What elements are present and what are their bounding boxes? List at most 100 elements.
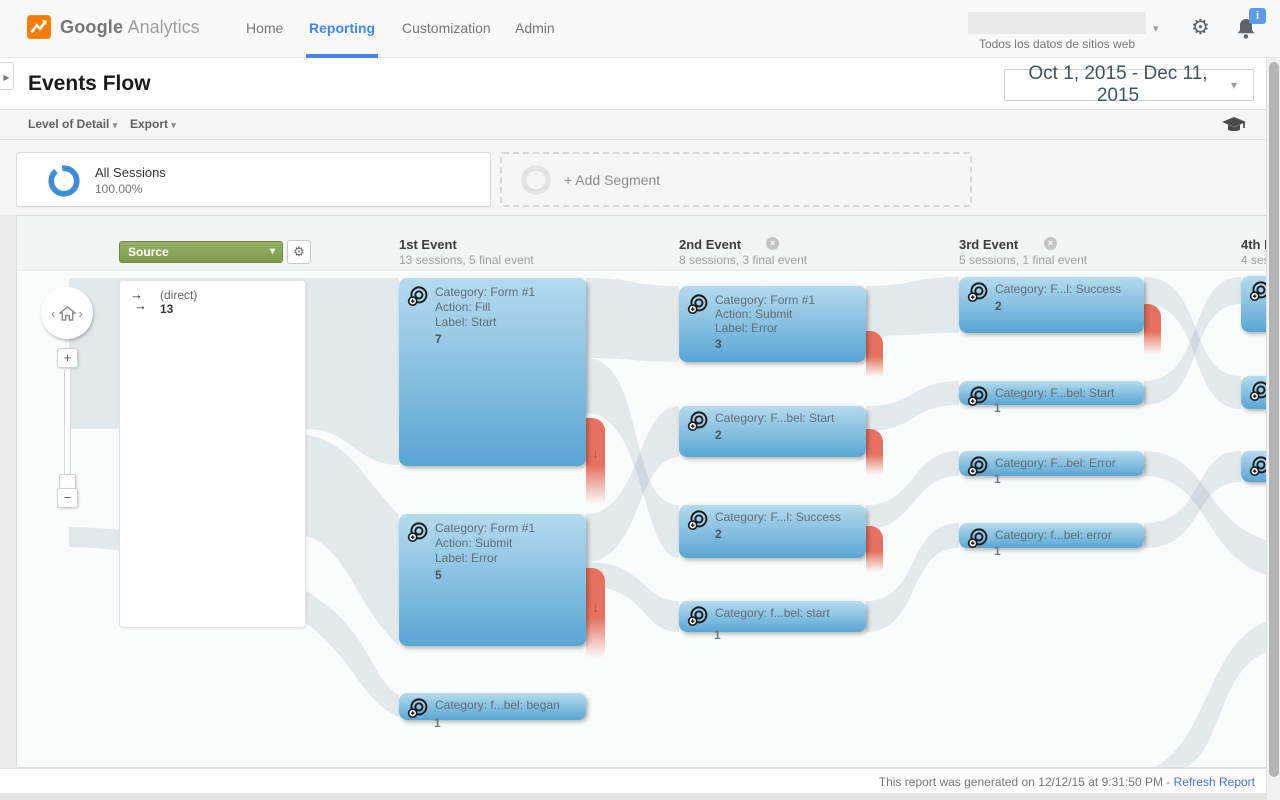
brand-google: Google — [60, 17, 123, 37]
pan-left-icon[interactable]: ‹ — [51, 306, 55, 321]
segment-ring-icon — [47, 164, 81, 198]
date-range-text: Oct 1, 2015 - Dec 11, 2015 — [1005, 63, 1231, 107]
flow-node-e3n4[interactable]: Category: f...bel: error 1 — [959, 523, 1144, 548]
account-name-redacted[interactable] — [968, 12, 1146, 34]
google-analytics-logo-icon — [26, 14, 52, 40]
flow-home-button[interactable]: ‹ › — [41, 287, 93, 339]
flow-node-e2n1[interactable]: Category: Form #1Action: SubmitLabel: Er… — [679, 286, 866, 362]
flow-node-e1n3[interactable]: Category: f...bel: began 1 — [399, 693, 586, 720]
report-toolbar: Level of Detail ▾ Export ▾ — [0, 110, 1280, 140]
column-title-4th-event: 4th Event — [1241, 237, 1268, 252]
brand-analytics: Analytics — [128, 17, 200, 37]
events-flow-canvas: ↓ ↓ Source▾ ⚙ 1st Event 13 sessions, 5 f… — [16, 215, 1268, 768]
segments-area: All Sessions 100.00% + Add Segment — [0, 140, 1280, 215]
band-e3n4-e4n3 — [1144, 451, 1241, 548]
node-count: 1 — [994, 472, 1001, 486]
brand[interactable]: Google Analytics — [26, 14, 200, 40]
flow-node-e2n4[interactable]: Category: f...bel: start 1 — [679, 601, 866, 632]
node-count: 2 — [715, 428, 834, 443]
refresh-report-link[interactable]: Refresh Report — [1174, 775, 1255, 789]
entrance-arrows-icon: →→ — [130, 289, 147, 311]
dimension-select[interactable]: Source▾ — [119, 241, 283, 263]
settings-gear-icon[interactable]: ⚙ — [1191, 17, 1210, 38]
node-count: 1 — [434, 716, 441, 730]
nav-item-admin[interactable]: Admin — [515, 0, 555, 57]
column-title-2nd-event: 2nd Event — [679, 237, 741, 252]
nav-item-home[interactable]: Home — [246, 0, 283, 57]
segment-value: 100.00% — [95, 182, 142, 196]
zoom-out-button[interactable]: − — [57, 488, 78, 508]
event-icon — [407, 285, 429, 307]
export-menu[interactable]: Export ▾ — [130, 110, 176, 139]
event-icon — [407, 521, 429, 543]
pan-right-icon[interactable]: › — [79, 306, 83, 321]
event-icon — [687, 605, 709, 627]
flow-node-e1n1[interactable]: Category: Form #1Action: FillLabel: Star… — [399, 278, 586, 466]
node-count: 2 — [995, 299, 1121, 314]
add-segment-button[interactable]: + Add Segment — [500, 152, 972, 207]
flow-node-e3n2[interactable]: Category: F...bel: Start 1 — [959, 381, 1144, 405]
flow-node-e4n2[interactable] — [1241, 376, 1268, 409]
flow-node-e4n1[interactable] — [1241, 276, 1268, 332]
dropoff-e2n2 — [866, 429, 883, 475]
vertical-scrollbar[interactable] — [1266, 58, 1280, 800]
close-column-3-icon[interactable]: × — [1044, 237, 1057, 250]
band-bottom-swoosh — [1151, 621, 1268, 768]
event-icon — [687, 410, 709, 432]
column-subtitle-4th-event: 4 sessions — [1241, 253, 1268, 267]
event-icon — [407, 697, 429, 719]
flow-node-e3n3[interactable]: Category: F...bel: Error 1 — [959, 451, 1144, 476]
zoom-slider-track[interactable] — [64, 368, 71, 486]
band-source-e1n2 — [291, 433, 399, 646]
add-segment-label: + Add Segment — [564, 172, 660, 188]
flow-node-e3n1[interactable]: Category: F...l: Success2 — [959, 277, 1144, 333]
event-icon — [687, 509, 709, 531]
page-title: Events Flow — [28, 72, 151, 96]
info-badge[interactable]: i — [1249, 8, 1266, 24]
node-count: 1 — [994, 401, 1001, 415]
report-header: ▶ Events Flow Oct 1, 2015 - Dec 11, 2015… — [0, 58, 1280, 110]
flow-node-e2n2[interactable]: Category: F...bel: Start2 — [679, 406, 866, 457]
date-caret-icon: ▾ — [1231, 78, 1253, 92]
flow-node-e1n2[interactable]: Category: Form #1Action: SubmitLabel: Er… — [399, 514, 586, 646]
dropoff-e1n1: ↓ — [586, 418, 605, 504]
column-title-1st-event: 1st Event — [399, 237, 457, 252]
date-range-selector[interactable]: Oct 1, 2015 - Dec 11, 2015 ▾ — [1004, 69, 1254, 101]
sidebar-collapse-tab[interactable]: ▶ — [0, 62, 14, 90]
source-node-card[interactable]: →→ (direct) 13 — [119, 280, 306, 628]
level-of-detail-menu[interactable]: Level of Detail ▾ — [28, 110, 117, 139]
nav-item-reporting[interactable]: Reporting — [309, 0, 375, 57]
event-icon — [967, 455, 989, 477]
band-e2n1-e3n1 — [866, 277, 959, 336]
export-caret-icon: ▾ — [171, 120, 176, 130]
close-column-2-icon[interactable]: × — [766, 237, 779, 250]
collapse-arrow-icon: ▶ — [3, 73, 9, 82]
dropoff-arrow-icon: ↓ — [586, 446, 605, 461]
bottom-edge-strip — [0, 793, 1280, 800]
top-nav-bar: Google Analytics Home Reporting Customiz… — [0, 0, 1280, 58]
dimension-caret-icon: ▾ — [270, 242, 275, 262]
event-icon — [687, 293, 709, 315]
segment-all-sessions[interactable]: All Sessions 100.00% — [16, 152, 491, 207]
education-cap-icon[interactable] — [1222, 117, 1246, 134]
flow-node-e4n3[interactable] — [1241, 451, 1268, 482]
dropoff-arrow-icon: ↓ — [586, 600, 605, 615]
node-count: 3 — [715, 337, 815, 351]
scrollbar-thumb[interactable] — [1269, 62, 1279, 777]
node-count: 2 — [715, 527, 841, 542]
source-value: 13 — [160, 302, 173, 316]
band-e1n1-e2n1 — [586, 278, 679, 362]
home-icon — [59, 306, 76, 321]
dropoff-e2n3 — [866, 526, 883, 572]
dimension-settings-gear-icon[interactable]: ⚙ — [287, 240, 311, 264]
column-subtitle-3rd-event: 5 sessions, 1 final event — [959, 253, 1087, 267]
nav-item-customization[interactable]: Customization — [402, 0, 491, 57]
account-caret-icon[interactable]: ▾ — [1153, 22, 1159, 35]
node-count: 5 — [435, 568, 535, 583]
column-subtitle-2nd-event: 8 sessions, 3 final event — [679, 253, 807, 267]
report-footer: This report was generated on 12/12/15 at… — [0, 768, 1280, 793]
dropoff-e2n1 — [866, 331, 883, 377]
flow-node-e2n3[interactable]: Category: F...l: Success2 — [679, 505, 866, 558]
zoom-in-button[interactable]: + — [57, 348, 78, 368]
node-count: 1 — [714, 628, 721, 642]
